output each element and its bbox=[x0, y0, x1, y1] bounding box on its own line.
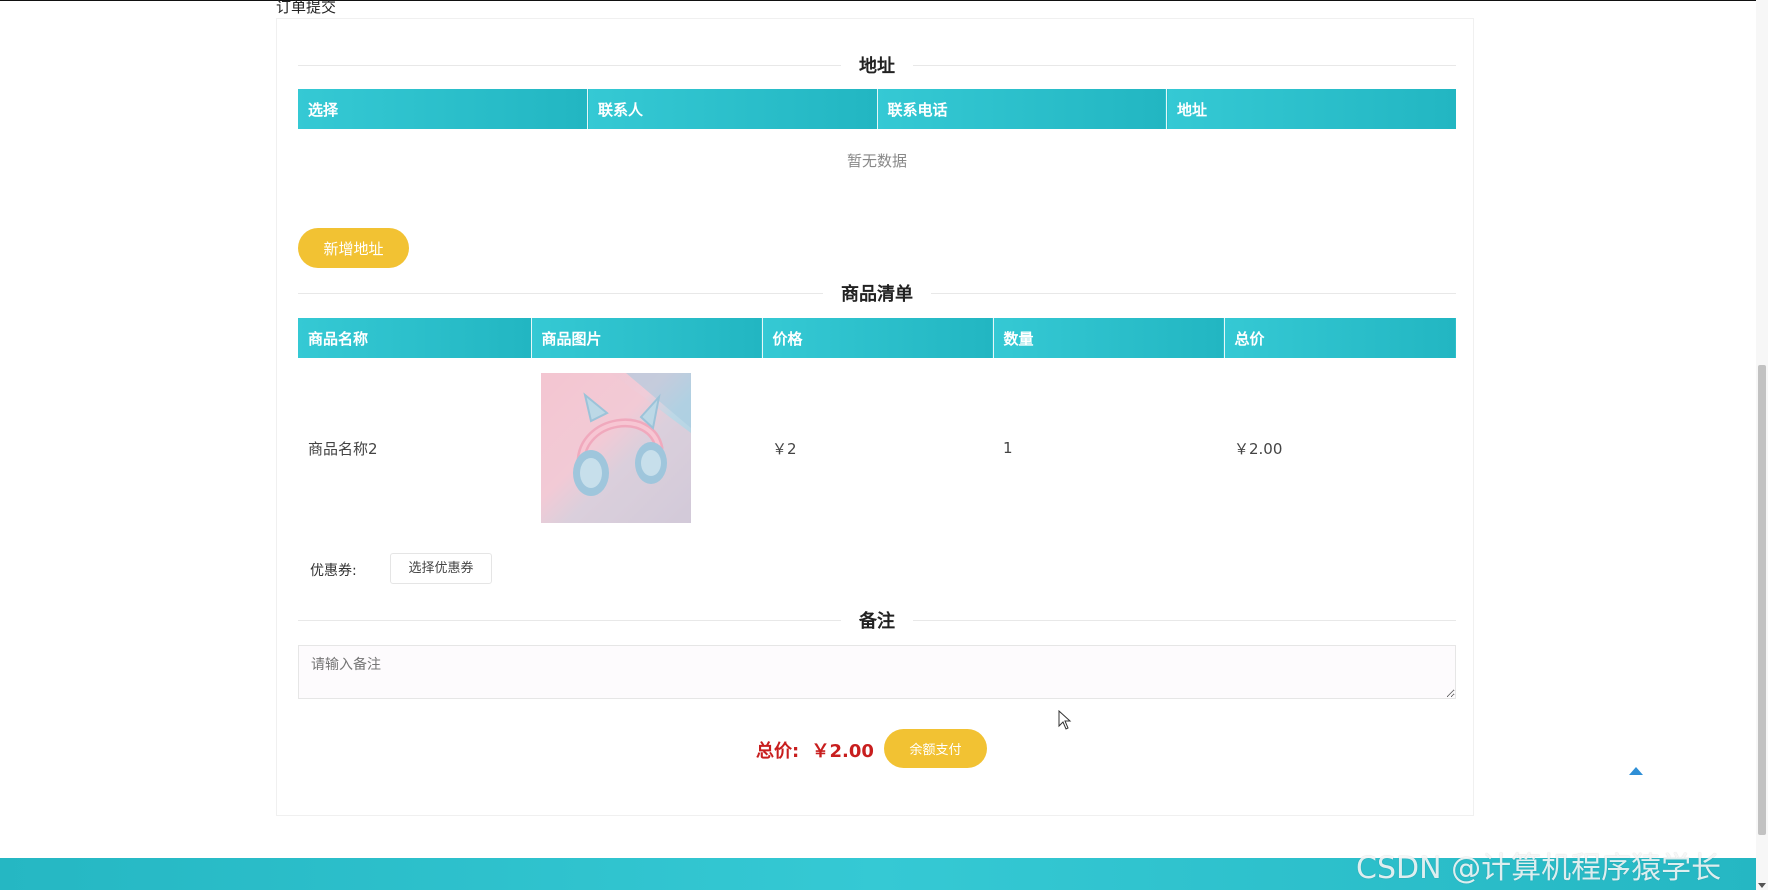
page-title: 订单提交 bbox=[276, 0, 337, 16]
divider-line bbox=[298, 619, 841, 621]
coupon-label: 优惠券: bbox=[310, 563, 357, 579]
divider-line bbox=[298, 64, 841, 66]
remark-title-text: 备注 bbox=[859, 611, 895, 632]
select-coupon-button[interactable]: 选择优惠券 bbox=[390, 553, 492, 584]
address-title-text: 地址 bbox=[859, 56, 895, 77]
watermark-text: CSDN @计算机程序猿学长 bbox=[1356, 851, 1722, 886]
product-price: ￥2 bbox=[772, 439, 797, 458]
product-image-cell bbox=[531, 358, 762, 538]
product-total: ￥2.00 bbox=[1234, 439, 1283, 458]
total-label: 总价: bbox=[756, 741, 800, 762]
scroll-down-icon[interactable] bbox=[1758, 883, 1766, 888]
divider-line bbox=[913, 64, 1456, 66]
headphones-product-image bbox=[541, 373, 691, 523]
divider-line bbox=[913, 619, 1456, 621]
product-name: 商品名称2 bbox=[308, 439, 378, 458]
product-quantity: 1 bbox=[1003, 439, 1013, 457]
headphones-icon bbox=[541, 373, 691, 523]
column-header-quantity: 数量 bbox=[993, 318, 1225, 358]
goods-title-text: 商品清单 bbox=[841, 284, 913, 305]
scrollbar-thumb[interactable] bbox=[1758, 365, 1766, 835]
goods-table: 商品名称 商品图片 价格 数量 总价 商品名称2 ￥2 1 ￥2.00 bbox=[298, 318, 1456, 538]
address-section-title: 地址 bbox=[298, 53, 1456, 77]
remark-input[interactable] bbox=[298, 645, 1456, 699]
column-header-select: 选择 bbox=[298, 89, 588, 129]
column-header-address: 地址 bbox=[1166, 89, 1456, 129]
goods-table-header-row: 商品名称 商品图片 价格 数量 总价 bbox=[298, 318, 1456, 358]
mouse-cursor-icon bbox=[1058, 710, 1072, 730]
divider-line bbox=[931, 292, 1456, 294]
back-to-top-icon[interactable] bbox=[1629, 767, 1643, 775]
total-price: 总价: ￥2.00 bbox=[756, 737, 874, 763]
address-empty-text: 暂无数据 bbox=[846, 152, 907, 170]
column-header-price: 价格 bbox=[762, 318, 994, 358]
add-address-button[interactable]: 新增地址 bbox=[298, 228, 409, 268]
balance-pay-button[interactable]: 余额支付 bbox=[884, 729, 987, 768]
goods-section-title: 商品清单 bbox=[298, 281, 1456, 305]
page-scrollbar[interactable] bbox=[1756, 0, 1768, 890]
address-table-header-row: 选择 联系人 联系电话 地址 bbox=[298, 89, 1456, 129]
table-row: 商品名称2 ￥2 1 ￥2.00 bbox=[298, 358, 1456, 538]
column-header-phone: 联系电话 bbox=[877, 89, 1167, 129]
window-top-border bbox=[0, 0, 1768, 1]
column-header-total: 总价 bbox=[1224, 318, 1456, 358]
address-table: 选择 联系人 联系电话 地址 bbox=[298, 89, 1456, 129]
column-header-image: 商品图片 bbox=[531, 318, 763, 358]
remark-section-title: 备注 bbox=[298, 608, 1456, 632]
column-header-contact: 联系人 bbox=[587, 89, 878, 129]
column-header-name: 商品名称 bbox=[298, 318, 532, 358]
divider-line bbox=[298, 292, 823, 294]
total-value: ￥2.00 bbox=[811, 741, 874, 762]
